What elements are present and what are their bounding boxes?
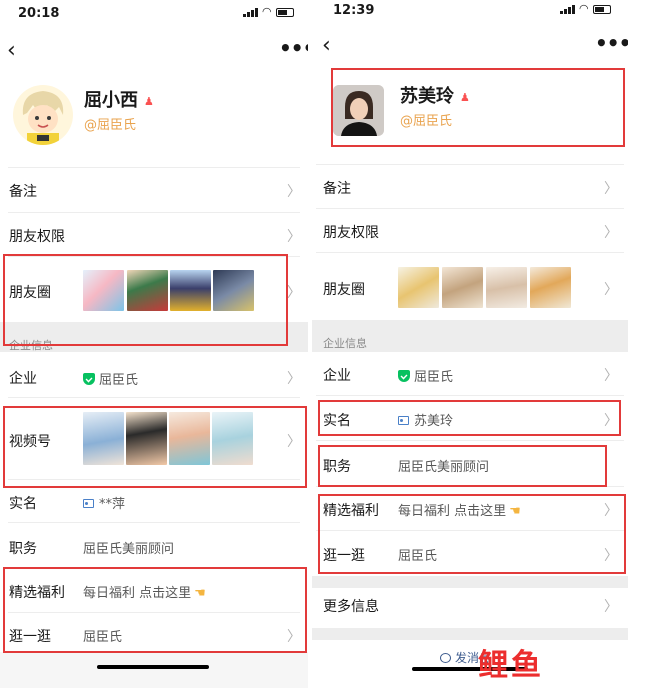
row-label: 企业 (9, 371, 37, 387)
moments-thumb (530, 267, 571, 308)
wifi-icon: ◠ (262, 5, 272, 18)
signal-icon (560, 4, 575, 14)
row-label: 朋友圈 (323, 282, 365, 298)
row-label: 实名 (9, 496, 37, 512)
row-label: 朋友权限 (9, 229, 65, 245)
row-value: 屈臣氏 (83, 369, 138, 388)
watermark-logo: 鲤鱼 (478, 648, 544, 683)
left-phone-screen: 20:18 ◠ ‹ ••• 屈小西♟ @屈臣氏 备注 〉 朋友权限 〉 朋友圈 (0, 0, 308, 688)
divider (8, 397, 300, 398)
highlight-box-channels (3, 406, 307, 488)
corp-tag: @屈臣氏 (84, 118, 137, 133)
highlight-box-profile (331, 68, 625, 147)
status-icons: ◠ (243, 5, 294, 18)
highlight-box-position (318, 445, 607, 487)
divider (316, 395, 624, 396)
battery-icon (275, 7, 294, 17)
chevron-right-icon: 〉 (287, 184, 301, 200)
divider (8, 212, 300, 213)
profile-name: 屈小西 ♟ (84, 90, 154, 111)
signal-icon (243, 7, 258, 17)
row-value: 屈臣氏美丽顾问 (83, 542, 175, 557)
chevron-right-icon: 〉 (604, 368, 618, 384)
chevron-right-icon: 〉 (604, 225, 618, 241)
moments-thumb (398, 267, 439, 308)
divider (316, 440, 624, 441)
row-label: 企业 (323, 368, 351, 384)
section-gap (312, 576, 628, 588)
status-time: 12:39 (333, 3, 375, 18)
avatar[interactable] (13, 85, 73, 145)
chevron-right-icon: 〉 (287, 285, 301, 301)
home-indicator (97, 665, 209, 669)
row-label: 备注 (9, 184, 37, 200)
highlight-box-benefits (318, 494, 626, 574)
highlight-box-real-name (318, 400, 621, 436)
section-label: 企业信息 (323, 337, 367, 350)
divider (8, 167, 300, 168)
status-icons: ◠ (560, 2, 611, 15)
divider (316, 208, 624, 209)
chevron-right-icon: 〉 (287, 229, 301, 245)
row-value: 屈臣氏 (398, 366, 453, 385)
divider (316, 164, 624, 165)
row-label: 更多信息 (323, 599, 379, 615)
section-gap (312, 628, 628, 640)
back-chevron-icon[interactable]: ‹ (322, 35, 331, 57)
more-dots-icon[interactable]: ••• (595, 33, 628, 53)
person-icon: ♟ (144, 94, 154, 108)
more-dots-icon[interactable]: ••• (279, 38, 308, 58)
row-label: 朋友权限 (323, 225, 379, 241)
bottom-area (0, 652, 308, 688)
right-phone-screen: 12:39 ◠ ‹ ••• 苏美玲 ♟ @屈臣氏 备注 〉 朋友权限 〉 朋友圈 … (312, 0, 628, 688)
moments-thumb (486, 267, 527, 308)
row-value: **萍 (83, 493, 125, 512)
row-label: 备注 (323, 181, 351, 197)
chevron-right-icon: 〉 (604, 282, 618, 298)
wifi-icon: ◠ (579, 2, 589, 15)
chat-bubble-icon (440, 653, 451, 663)
back-chevron-icon[interactable]: ‹ (7, 40, 16, 62)
shield-check-icon (398, 370, 410, 382)
id-card-icon (83, 499, 94, 508)
status-time: 20:18 (18, 6, 60, 21)
chevron-right-icon: 〉 (287, 371, 301, 387)
row-label: 职务 (9, 541, 37, 557)
highlight-box-benefits (3, 567, 307, 653)
divider (8, 522, 300, 523)
divider (316, 252, 624, 253)
battery-icon (592, 4, 611, 14)
chevron-right-icon: 〉 (604, 181, 618, 197)
chevron-right-icon: 〉 (604, 599, 618, 615)
moments-thumb (442, 267, 483, 308)
shield-check-icon (83, 373, 95, 385)
highlight-box-moments (3, 254, 288, 346)
